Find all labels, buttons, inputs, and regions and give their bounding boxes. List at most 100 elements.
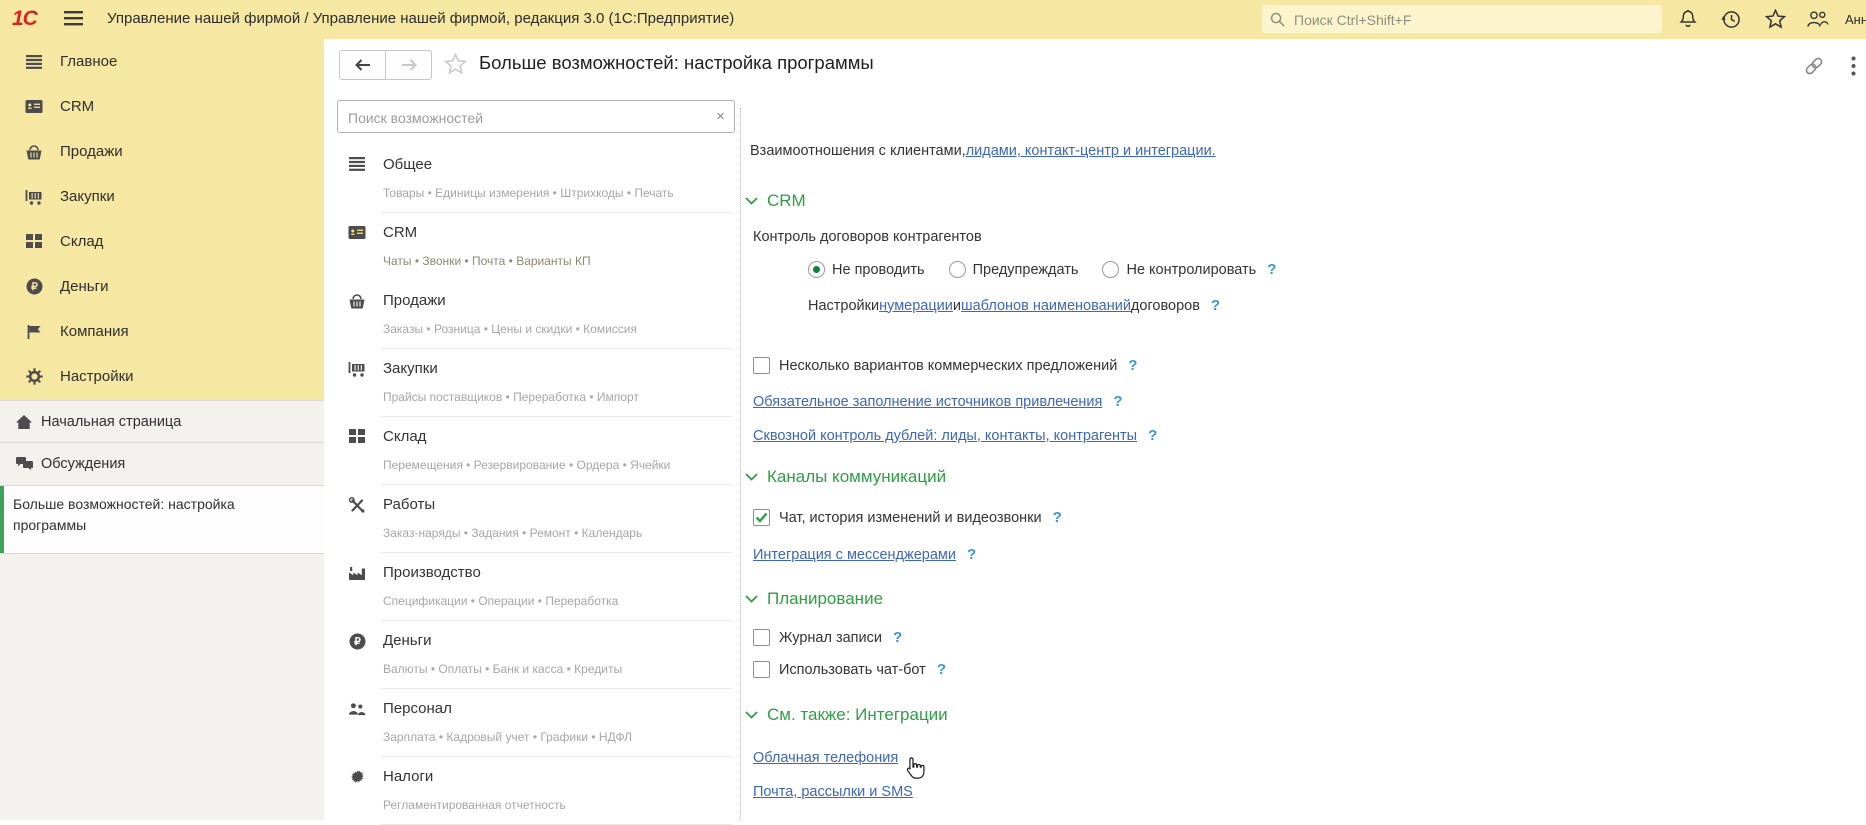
duplicates-row: Сквозной контроль дублей: лиды, контакты… xyxy=(753,427,1157,444)
features-panel: × Общее Товары • Единицы измерения • Штр… xyxy=(324,95,740,820)
global-search xyxy=(1262,5,1662,33)
chat-checkbox-checked[interactable] xyxy=(753,509,770,526)
sidebar-item-sales[interactable]: Продажи xyxy=(0,129,324,174)
sidebar-item-settings[interactable]: Настройки xyxy=(0,354,324,399)
global-search-input[interactable] xyxy=(1292,5,1656,35)
feature-item-crm[interactable]: CRM Чаты • Звонки • Почта • Варианты КП xyxy=(324,213,740,281)
help-icon[interactable]: ? xyxy=(1128,357,1137,374)
sidebar-item-crm[interactable]: CRM xyxy=(0,84,324,129)
sidebar-item-purchases[interactable]: Закупки xyxy=(0,174,324,219)
home-page-tab[interactable]: Начальная страница xyxy=(0,400,324,442)
back-button[interactable] xyxy=(339,50,386,80)
messengers-link[interactable]: Интеграция с мессенджерами xyxy=(753,547,956,563)
discussions-tab[interactable]: Обсуждения xyxy=(0,442,324,484)
contracts-control-label: Контроль договоров контрагентов xyxy=(753,229,982,245)
main-menu-icon[interactable] xyxy=(64,11,83,26)
home-icon xyxy=(14,414,34,430)
more-menu-icon[interactable] xyxy=(1851,56,1856,76)
ruble-circle-icon: ₽ xyxy=(25,278,43,295)
list-lines-icon xyxy=(25,55,43,69)
history-icon[interactable] xyxy=(1721,9,1742,30)
sidebar-item-money[interactable]: ₽ Деньги xyxy=(0,264,324,309)
1c-logo[interactable]: 1С xyxy=(12,7,37,31)
name-templates-link[interactable]: шаблонов наименований xyxy=(961,298,1131,314)
contracts-control-radios: Не проводить Предупреждать Не контролиро… xyxy=(808,261,1276,278)
section-channels[interactable]: Каналы коммуникаций xyxy=(745,467,946,487)
get-link-icon[interactable] xyxy=(1803,55,1825,77)
sidebar-item-warehouse[interactable]: Склад xyxy=(0,219,324,264)
chevron-down-icon xyxy=(745,595,758,603)
help-icon[interactable]: ? xyxy=(893,629,902,646)
topbar: 1С Управление нашей фирмой / Управление … xyxy=(0,0,1866,39)
feature-item-staff[interactable]: Персонал Зарплата • Кадровый учет • Граф… xyxy=(324,689,740,757)
feature-item-sales[interactable]: Продажи Заказы • Розница • Цены и скидки… xyxy=(324,281,740,349)
help-icon[interactable]: ? xyxy=(967,546,976,563)
radio-warn[interactable] xyxy=(949,261,966,278)
chatbot-row: Использовать чат-бот ? xyxy=(753,661,946,678)
chatbot-checkbox[interactable] xyxy=(753,661,770,678)
multi-offers-row: Несколько вариантов коммерческих предлож… xyxy=(753,357,1137,374)
help-icon[interactable]: ? xyxy=(1267,261,1276,278)
sources-link[interactable]: Обязательное заполнение источников привл… xyxy=(753,394,1102,410)
sidebar-item-company[interactable]: Компания xyxy=(0,309,324,354)
favorites-star-icon[interactable] xyxy=(1765,9,1786,29)
intro-link[interactable]: лидами, контакт-центр и интеграции. xyxy=(966,143,1216,159)
sources-row: Обязательное заполнение источников привл… xyxy=(753,393,1123,410)
journal-row: Журнал записи ? xyxy=(753,629,902,646)
notifications-bell-icon[interactable] xyxy=(1678,9,1698,30)
help-icon[interactable]: ? xyxy=(1053,509,1062,526)
list-lines-icon xyxy=(348,157,366,171)
help-icon[interactable]: ? xyxy=(1148,427,1157,444)
cloud-telephony-link[interactable]: Облачная телефония xyxy=(753,750,898,766)
contact-card-icon xyxy=(348,225,366,240)
open-window-tab[interactable]: Больше возможностей: настройка программы xyxy=(0,485,324,554)
basket-icon xyxy=(348,293,366,309)
mail-sms-row: Почта, рассылки и SMS xyxy=(753,784,913,800)
clear-search-button[interactable]: × xyxy=(707,100,735,133)
intro-line: Взаимоотношения с клиентами, лидами, кон… xyxy=(750,143,1216,159)
users-icon[interactable] xyxy=(1806,9,1829,29)
basket-icon xyxy=(25,144,43,160)
feature-item-general[interactable]: Общее Товары • Единицы измерения • Штрих… xyxy=(324,145,740,213)
svg-text:₽: ₽ xyxy=(31,281,38,293)
feature-item-warehouse[interactable]: Склад Перемещения • Резервирование • Орд… xyxy=(324,417,740,485)
mail-sms-link[interactable]: Почта, рассылки и SMS xyxy=(753,784,913,800)
page-header: Больше возможностей: настройка программы xyxy=(324,39,1866,95)
eagle-emblem-icon xyxy=(348,769,366,785)
svg-text:₽: ₽ xyxy=(354,636,361,648)
favorite-page-star-icon[interactable] xyxy=(444,53,467,75)
multi-offers-checkbox[interactable] xyxy=(753,357,770,374)
help-icon[interactable]: ? xyxy=(1211,297,1220,314)
section-crm[interactable]: CRM xyxy=(745,191,806,211)
cart-icon xyxy=(25,189,43,205)
flag-icon xyxy=(25,324,43,340)
feature-item-purchases[interactable]: Закупки Прайсы поставщиков • Переработка… xyxy=(324,349,740,417)
journal-checkbox[interactable] xyxy=(753,629,770,646)
ruble-circle-icon: ₽ xyxy=(348,633,366,650)
section-see-also[interactable]: См. также: Интеграции xyxy=(745,705,948,725)
feature-item-works[interactable]: Работы Заказ-наряды • Задания • Ремонт •… xyxy=(324,485,740,553)
help-icon[interactable]: ? xyxy=(937,661,946,678)
window-title: Управление нашей фирмой / Управление наш… xyxy=(107,10,734,27)
sidebar-item-main[interactable]: Главное xyxy=(0,39,324,84)
radio-not-post[interactable] xyxy=(808,261,825,278)
gear-icon xyxy=(25,368,43,385)
sidebar: Главное CRM Продажи Закупки Склад ₽ День… xyxy=(0,39,324,820)
current-user[interactable]: Анн xyxy=(1845,12,1866,27)
feature-item-production[interactable]: Производство Спецификации • Операции • П… xyxy=(324,553,740,621)
forward-button[interactable] xyxy=(386,50,432,80)
cart-icon xyxy=(348,361,366,377)
radio-no-control[interactable] xyxy=(1102,261,1119,278)
features-search-input[interactable] xyxy=(346,102,702,133)
grid-icon xyxy=(25,234,43,249)
chevron-down-icon xyxy=(745,473,758,481)
duplicates-link[interactable]: Сквозной контроль дублей: лиды, контакты… xyxy=(753,428,1137,444)
feature-item-money[interactable]: ₽ Деньги Валюты • Оплаты • Банк и касса … xyxy=(324,621,740,689)
telephony-row: Облачная телефония xyxy=(753,750,898,766)
feature-item-taxes[interactable]: Налоги Регламентированная отчетность xyxy=(324,757,740,825)
features-search: × xyxy=(337,100,741,133)
factory-icon xyxy=(348,565,366,581)
help-icon[interactable]: ? xyxy=(1113,393,1122,410)
numbering-link[interactable]: нумерации xyxy=(879,298,953,314)
section-planning[interactable]: Планирование xyxy=(745,589,883,609)
